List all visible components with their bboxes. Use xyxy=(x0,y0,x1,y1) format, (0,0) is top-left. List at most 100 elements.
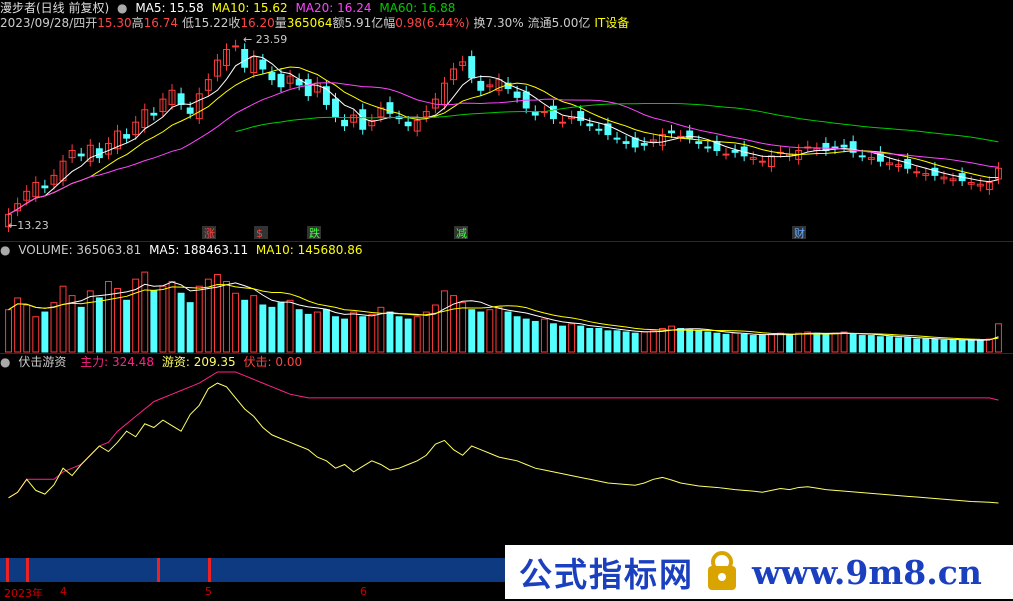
volume-bar xyxy=(350,311,358,353)
chart-canvas[interactable]: ← 23.59 ←13.23 涨 $ 跌 减 财 xyxy=(0,0,1013,599)
volume-bar xyxy=(549,323,557,353)
candle-body xyxy=(177,93,185,105)
volume-bar xyxy=(622,331,630,353)
volume-bar xyxy=(849,333,857,353)
volume-bar xyxy=(731,332,739,353)
volume-bar xyxy=(958,339,966,353)
volume-bar xyxy=(468,309,476,353)
candle-body xyxy=(622,141,630,144)
signal-mark xyxy=(157,558,160,582)
candle-body xyxy=(268,72,276,81)
volume-bar xyxy=(332,316,339,353)
candle-body xyxy=(404,121,412,127)
volume-bar xyxy=(313,311,321,353)
candle-body xyxy=(341,119,349,127)
volume-bar xyxy=(840,331,848,353)
candle-body xyxy=(468,56,476,79)
candle-body xyxy=(77,153,85,157)
volume-bar xyxy=(431,304,439,353)
candle-body xyxy=(695,141,703,144)
volume-bar xyxy=(740,333,748,353)
volume-bar xyxy=(886,336,893,353)
candle-body xyxy=(186,107,194,114)
candle-body xyxy=(858,155,866,158)
xaxis-label: 4 xyxy=(60,585,67,598)
volume-bar xyxy=(68,295,76,353)
lock-icon xyxy=(702,550,742,594)
volume-bar xyxy=(95,297,103,353)
volume-bar xyxy=(559,325,566,353)
volume-bar xyxy=(749,335,757,353)
candle-body xyxy=(559,121,566,124)
volume-bar xyxy=(640,331,648,353)
event-marker: $ xyxy=(256,227,263,240)
candle-body xyxy=(640,142,648,146)
volume-bar xyxy=(322,309,330,353)
low-price-annotation: ←13.23 xyxy=(8,219,49,232)
volume-bar xyxy=(704,331,712,353)
volume-bar xyxy=(913,338,921,353)
volume-bar xyxy=(985,338,993,353)
ma10-line xyxy=(8,66,999,215)
candle-body xyxy=(731,150,739,153)
volume-bar xyxy=(186,302,194,353)
volume-bar xyxy=(931,338,939,353)
candle-body xyxy=(840,144,848,148)
volume-bar xyxy=(77,306,85,353)
volume-bar xyxy=(540,318,548,353)
volume-bar xyxy=(767,333,775,353)
volume-bar xyxy=(613,330,621,353)
candle-body xyxy=(150,112,158,116)
volume-bar xyxy=(867,335,875,353)
volume-bar xyxy=(41,311,49,353)
volume-bar xyxy=(577,325,585,353)
volume-bar xyxy=(268,306,276,353)
volume-bar xyxy=(722,333,730,353)
volume-bar xyxy=(858,335,866,353)
volume-bar xyxy=(286,299,294,353)
volume-bar xyxy=(713,332,721,353)
candle-body xyxy=(123,134,131,139)
event-marker: 跌 xyxy=(309,226,320,240)
volume-bar xyxy=(976,339,984,353)
candle-body xyxy=(758,160,766,163)
volume-bar xyxy=(422,311,430,353)
volume-bar xyxy=(586,328,594,353)
main-force-line xyxy=(8,371,999,499)
volume-bar xyxy=(486,309,494,353)
signal-strip xyxy=(0,558,505,582)
volume-bar xyxy=(495,306,503,353)
candle-body xyxy=(668,130,675,134)
volume-bar xyxy=(949,339,957,353)
volume-bar xyxy=(568,323,576,353)
xaxis-label: 6 xyxy=(360,585,367,598)
event-marker: 财 xyxy=(794,226,805,240)
volume-bar xyxy=(904,337,912,353)
volume-bar xyxy=(304,313,312,353)
volume-bar xyxy=(631,332,639,353)
volume-bar xyxy=(50,302,58,353)
volume-bar xyxy=(513,316,521,353)
signal-mark xyxy=(26,558,29,582)
volume-bar xyxy=(758,335,766,353)
volume-bar xyxy=(204,278,212,353)
volume-bar xyxy=(604,330,612,353)
volume-bar xyxy=(232,292,240,353)
signal-mark xyxy=(6,558,9,582)
event-marker: 减 xyxy=(456,227,467,240)
candle-body xyxy=(613,137,621,140)
volume-bar xyxy=(104,281,112,353)
volume-bar xyxy=(522,318,530,353)
volume-bar xyxy=(895,337,903,353)
volume-bar xyxy=(686,329,694,353)
candle-body xyxy=(41,185,49,189)
volume-bar xyxy=(223,281,230,353)
volume-bar xyxy=(531,320,539,353)
volume-bar xyxy=(477,311,485,353)
volume-bar xyxy=(32,316,40,353)
volume-bar xyxy=(804,331,812,353)
volume-bar xyxy=(967,339,975,353)
volume-bar xyxy=(86,290,94,353)
watermark-url: www.9m8.cn xyxy=(752,552,982,592)
volume-bar xyxy=(876,336,884,353)
